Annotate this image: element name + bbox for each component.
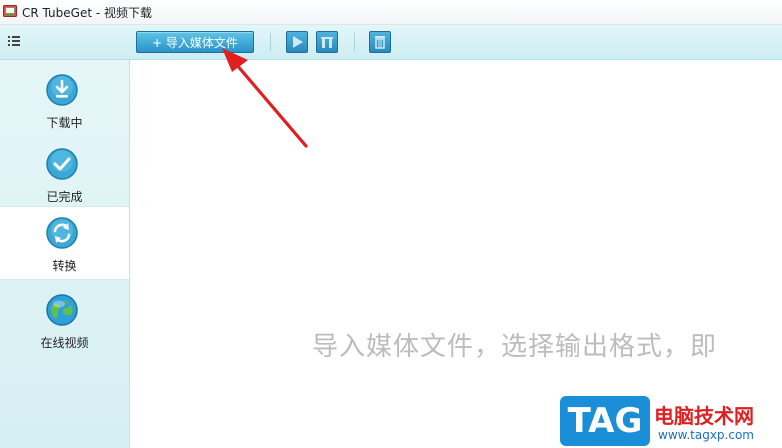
watermark: TAG 电脑技术网 www.tagxp.com (560, 396, 782, 448)
window-title: CR TubeGet - 视频下载 (22, 6, 152, 20)
watermark-url: www.tagxp.com (658, 428, 754, 442)
sidebar-item-label: 已完成 (46, 190, 83, 204)
sidebar-item-label: 在线视频 (40, 336, 89, 350)
watermark-site-name: 电脑技术网 (654, 404, 754, 428)
toolbar: + 导入媒体文件 (0, 25, 782, 60)
sidebar-item-online-video[interactable]: 在线视频 (0, 284, 129, 356)
sidebar: 下载中 已完成 转换 在线视频 (0, 60, 130, 448)
play-icon (293, 36, 303, 48)
toolbar-separator (270, 33, 271, 51)
download-icon (46, 74, 78, 106)
sidebar-item-downloading[interactable]: 下载中 (0, 64, 129, 136)
sidebar-item-completed[interactable]: 已完成 (0, 138, 129, 210)
check-icon (46, 148, 78, 180)
watermark-tag: TAG (560, 396, 650, 446)
pause-icon (321, 37, 333, 48)
import-media-button[interactable]: + 导入媒体文件 (136, 31, 254, 53)
delete-icon (375, 36, 385, 49)
delete-button[interactable] (369, 31, 391, 53)
sidebar-item-label: 转换 (52, 259, 77, 273)
sidebar-item-label: 下载中 (46, 116, 83, 130)
play-button[interactable] (286, 31, 308, 53)
title-bar: CR TubeGet - 视频下载 (0, 0, 782, 25)
globe-icon (46, 294, 78, 326)
menu-icon[interactable] (8, 35, 20, 49)
pause-button[interactable] (316, 31, 338, 53)
sidebar-item-convert[interactable]: 转换 (0, 206, 129, 280)
convert-icon (46, 217, 78, 249)
app-logo-icon (3, 5, 17, 17)
toolbar-separator (354, 33, 355, 51)
empty-state-hint: 导入媒体文件，选择输出格式，即 (312, 332, 718, 362)
